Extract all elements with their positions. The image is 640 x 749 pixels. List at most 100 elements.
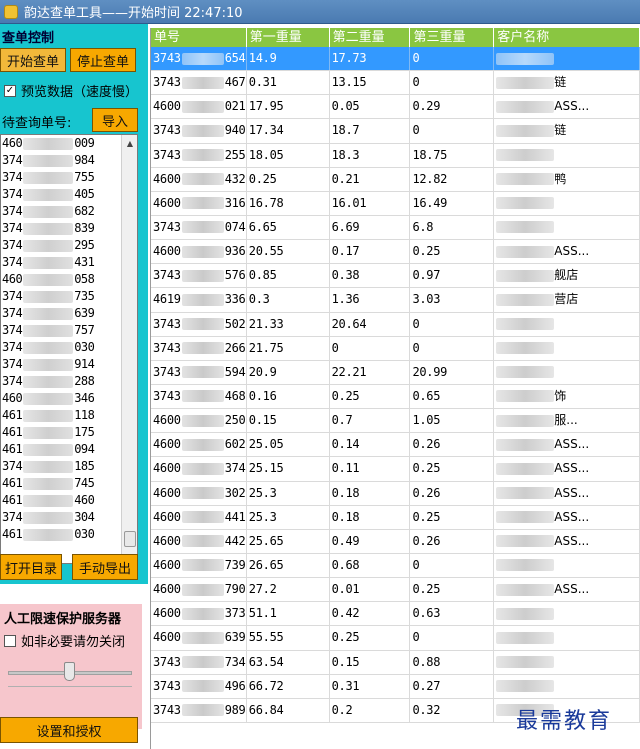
table-row[interactable]: 3743 940 17.34 18.7 0 链 <box>151 119 640 144</box>
table-row[interactable]: 3743 594 20.9 22.21 20.99 <box>151 360 640 385</box>
import-button[interactable]: 导入 <box>92 108 138 132</box>
list-item[interactable]: 461 745 <box>1 475 137 492</box>
scroll-thumb[interactable] <box>124 531 136 547</box>
cell-weight-1: 0.85 <box>247 264 330 288</box>
manual-export-button[interactable]: 手动导出 <box>72 554 138 580</box>
table-row[interactable]: 3743 734 63.54 0.15 0.88 <box>151 650 640 675</box>
list-item[interactable]: 374 431 <box>1 254 137 271</box>
list-item[interactable]: 460 058 <box>1 271 137 288</box>
results-table[interactable]: 单号 第一重量 第二重量 第三重量 客户名称 3743 654 14.9 17.73 0… <box>150 28 640 749</box>
list-item[interactable]: 374 405 <box>1 186 137 203</box>
table-row[interactable]: 4600 374 25.15 0.11 0.25 ASS... <box>151 457 640 482</box>
cell-customer-name <box>494 360 640 384</box>
table-row[interactable]: 4600 602 25.05 0.14 0.26 ASS... <box>151 433 640 458</box>
table-row[interactable]: 3743 467 0.31 13.15 0 链 <box>151 71 640 96</box>
table-row[interactable]: 3743 255 18.05 18.3 18.75 <box>151 143 640 168</box>
list-item[interactable]: 461 460 <box>1 492 137 509</box>
list-item[interactable]: 461 094 <box>1 441 137 458</box>
list-item[interactable]: 374 755 <box>1 169 137 186</box>
table-row[interactable]: 4619 336 0.3 1.36 3.03 营店 <box>151 288 640 313</box>
cell-weight-2: 17.73 <box>330 47 411 71</box>
redacted-digits <box>23 426 74 439</box>
cell-weight-3: 0 <box>410 71 495 95</box>
table-row[interactable]: 3743 266 21.75 0 0 <box>151 336 640 361</box>
list-item[interactable]: 461 030 <box>1 526 137 543</box>
cell-weight-2: 0.01 <box>330 578 411 602</box>
list-item[interactable]: 461 175 <box>1 424 137 441</box>
preview-checkbox-row[interactable]: ✓ 预览数据（速度慢） <box>4 81 138 100</box>
table-row[interactable]: 3743 502 21.33 20.64 0 <box>151 312 640 337</box>
cell-tracking-number: 4600 374 <box>151 457 247 481</box>
list-item[interactable]: 374 185 <box>1 458 137 475</box>
scroll-up-icon[interactable]: ▲ <box>122 135 137 151</box>
table-row[interactable]: 3743 468 0.16 0.25 0.65 饰 <box>151 384 640 410</box>
table-row[interactable]: 4600 250 0.15 0.7 1.05 服... <box>151 409 640 434</box>
table-row[interactable]: 4600 441 25.3 0.18 0.25 ASS... <box>151 505 640 530</box>
list-item[interactable]: 374 914 <box>1 356 137 373</box>
header-customer-name[interactable]: 客户名称 <box>494 28 640 47</box>
table-row[interactable]: 4600 739 26.65 0.68 0 <box>151 553 640 579</box>
table-row[interactable]: 3743 654 14.9 17.73 0 <box>151 47 640 72</box>
table-row[interactable]: 4600 021 17.95 0.05 0.29 ASS... <box>151 95 640 120</box>
list-item[interactable]: 374 735 <box>1 288 137 305</box>
cell-weight-1: 0.15 <box>247 409 330 433</box>
list-item[interactable]: 374 839 <box>1 220 137 237</box>
table-row[interactable]: 4600 302 25.3 0.18 0.26 ASS... <box>151 481 640 506</box>
list-scrollbar[interactable]: ▲ <box>121 135 137 563</box>
settings-license-button[interactable]: 设置和授权 <box>0 717 138 743</box>
redacted-name <box>496 342 555 355</box>
redacted-digits <box>181 559 224 572</box>
header-weight-2[interactable]: 第二重量 <box>330 28 411 47</box>
protection-checkbox-row[interactable]: 如非必要请勿关闭 <box>4 631 125 650</box>
left-panel: 查单控制 开始查单 停止查单 ✓ 预览数据（速度慢） 待查询单号: 导入 460… <box>0 24 148 749</box>
list-item[interactable]: 374 984 <box>1 152 137 169</box>
cell-customer-name <box>494 602 640 626</box>
list-item[interactable]: 374 639 <box>1 305 137 322</box>
table-row[interactable]: 3743 496 66.72 0.31 0.27 <box>151 674 640 699</box>
cell-tracking-number: 3743 496 <box>151 674 247 698</box>
list-item[interactable]: 374 288 <box>1 373 137 390</box>
table-row[interactable]: 4600 373 51.1 0.42 0.63 <box>151 602 640 627</box>
customer-name-suffix: ASS... <box>554 509 590 524</box>
list-item[interactable]: 374 682 <box>1 203 137 220</box>
header-weight-3[interactable]: 第三重量 <box>410 28 495 47</box>
header-weight-1[interactable]: 第一重量 <box>247 28 330 47</box>
redacted-digits <box>181 487 224 500</box>
cell-customer-name <box>494 215 640 240</box>
list-item[interactable]: 374 757 <box>1 322 137 339</box>
table-row[interactable]: 4600 432 0.25 0.21 12.82 鸭 <box>151 167 640 192</box>
redacted-name <box>496 656 555 669</box>
list-item[interactable]: 460 009 <box>1 135 137 152</box>
table-row[interactable]: 4600 639 55.55 0.25 0 <box>151 626 640 651</box>
cell-weight-1: 6.65 <box>247 215 330 240</box>
cell-weight-2: 0 <box>330 336 411 360</box>
list-item[interactable]: 374 304 <box>1 509 137 526</box>
rate-slider-thumb[interactable] <box>64 662 75 681</box>
table-row[interactable]: 4600 790 27.2 0.01 0.25 ASS... <box>151 578 640 603</box>
tracking-suffix: 734 <box>224 654 246 669</box>
tracking-prefix: 3743 <box>153 364 181 379</box>
stop-query-button[interactable]: 停止查单 <box>70 48 136 72</box>
cell-weight-1: 55.55 <box>247 626 330 650</box>
list-item[interactable]: 374 295 <box>1 237 137 254</box>
list-item[interactable]: 460 346 <box>1 390 137 407</box>
list-item[interactable]: 461 118 <box>1 407 137 424</box>
table-row[interactable]: 4600 442 25.65 0.49 0.26 ASS... <box>151 529 640 554</box>
table-row[interactable]: 3743 074 6.65 6.69 6.8 <box>151 215 640 241</box>
pending-list[interactable]: 460 009 374 984 374 755 374 405 374 682 374 839 374 2… <box>0 134 138 564</box>
protection-checkbox[interactable] <box>4 634 16 647</box>
cell-tracking-number: 4600 739 <box>151 553 247 578</box>
list-item[interactable]: 374 030 <box>1 339 137 356</box>
table-row[interactable]: 4600 936 20.55 0.17 0.25 ASS... <box>151 240 640 265</box>
cell-tracking-number: 4600 441 <box>151 505 247 529</box>
start-query-button[interactable]: 开始查单 <box>0 48 66 72</box>
table-row[interactable]: 3743 576 0.85 0.38 0.97 舰店 <box>151 264 640 289</box>
redacted-digits <box>23 358 74 371</box>
header-tracking-number[interactable]: 单号 <box>151 28 247 47</box>
redacted-digits <box>181 583 224 596</box>
cell-weight-1: 14.9 <box>247 47 330 71</box>
open-directory-button[interactable]: 打开目录 <box>0 554 62 580</box>
redacted-name <box>496 245 555 258</box>
preview-checkbox[interactable]: ✓ <box>4 84 16 97</box>
table-row[interactable]: 4600 316 16.78 16.01 16.49 <box>151 191 640 216</box>
